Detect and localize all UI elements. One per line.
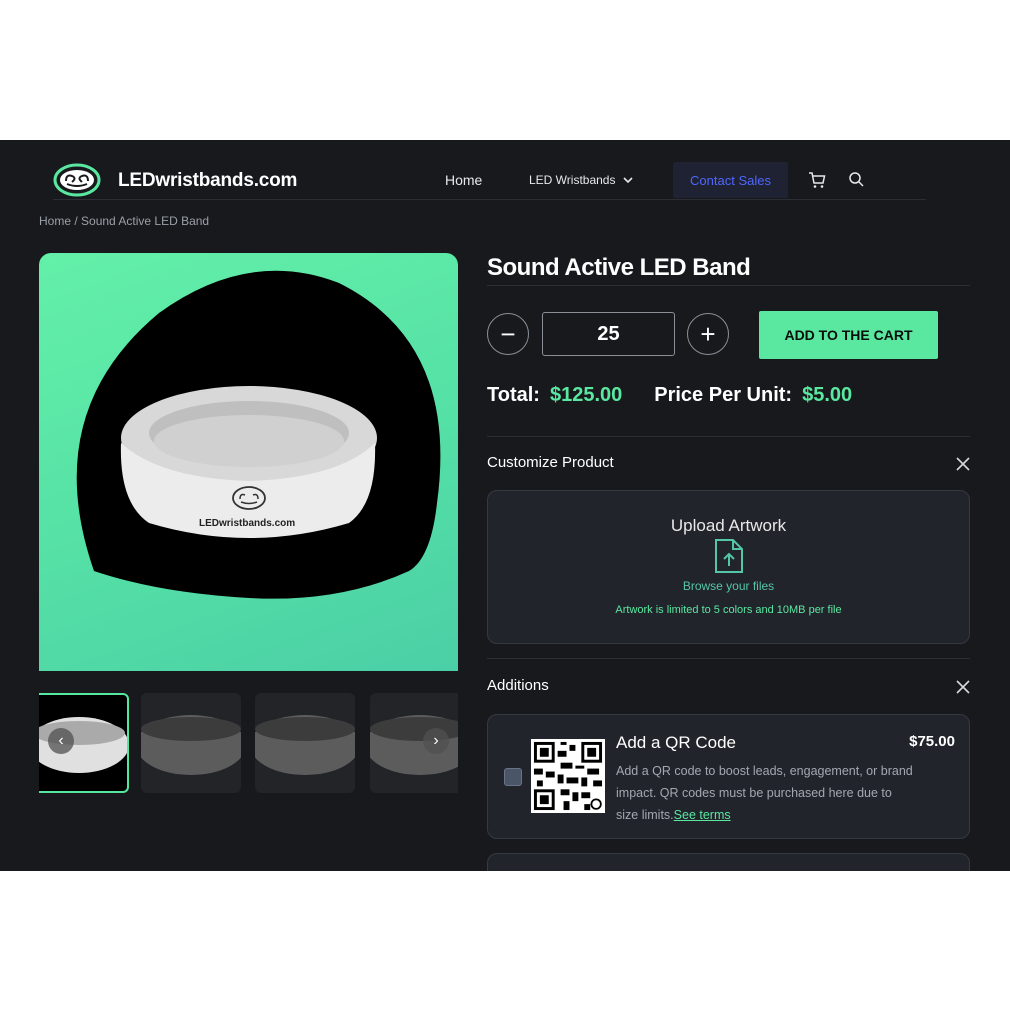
brand-logo-icon[interactable]: [53, 162, 101, 198]
unit-price-label: Price Per Unit:: [654, 384, 793, 406]
brand-name[interactable]: LEDwristbands.com: [118, 170, 297, 192]
divider: [487, 436, 970, 437]
product-main-image[interactable]: LEDwristbands.com: [39, 253, 458, 671]
close-icon[interactable]: [955, 679, 971, 695]
contact-sales-button[interactable]: Contact Sales: [673, 162, 788, 198]
browse-files-link[interactable]: Browse your files: [488, 579, 969, 593]
addon-qr-description: Add a QR code to boost leads, engagement…: [616, 760, 916, 826]
chevron-down-icon: [623, 176, 634, 183]
thumbnail-3-image: [255, 715, 355, 775]
upload-artwork-dropzone[interactable]: Upload Artwork Browse your files Artwork…: [487, 490, 970, 644]
search-icon[interactable]: [848, 171, 865, 188]
decrement-button[interactable]: −: [487, 313, 529, 355]
add-to-cart-button[interactable]: ADD TO THE CART: [759, 311, 938, 359]
gallery-next-button[interactable]: ›: [423, 728, 449, 754]
increment-button[interactable]: +: [687, 313, 729, 355]
total-label: Total:: [487, 384, 540, 406]
thumbnail-strip: ‹ ›: [39, 690, 458, 797]
see-terms-link[interactable]: See terms: [674, 808, 731, 822]
addon-card-next: [487, 853, 970, 871]
quantity-input[interactable]: 25: [542, 312, 675, 356]
customize-section-title[interactable]: Customize Product: [487, 454, 614, 471]
product-title: Sound Active LED Band: [487, 254, 751, 281]
unit-price-value: $5.00: [802, 384, 853, 406]
breadcrumb[interactable]: Home / Sound Active LED Band: [39, 214, 209, 228]
addon-qr-checkbox[interactable]: [504, 768, 522, 786]
nav-led-wristbands-label: LED Wristbands: [529, 173, 616, 187]
divider: [487, 658, 970, 659]
addon-qr-card: Add a QR Code $75.00 Add a QR code to bo…: [487, 714, 970, 839]
addon-qr-title: Add a QR Code: [616, 733, 737, 752]
app-window: LEDwristbands.com Home LED Wristbands Co…: [0, 140, 1010, 871]
thumbnail-2-image: [141, 715, 241, 775]
total-value: $125.00: [549, 384, 623, 406]
addon-qr-description-text: Add a QR code to boost leads, engagement…: [616, 764, 913, 822]
thumbnail-3[interactable]: [255, 693, 355, 793]
close-icon[interactable]: [955, 456, 971, 472]
artwork-limit-note: Artwork is limited to 5 colors and 10MB …: [615, 604, 842, 616]
cart-icon[interactable]: [808, 171, 826, 189]
wristband-image: [76, 270, 441, 599]
additions-section-title[interactable]: Additions: [487, 677, 549, 694]
file-upload-icon: [715, 539, 743, 573]
qr-code-icon: [531, 739, 605, 813]
nav-led-wristbands[interactable]: LED Wristbands: [529, 173, 634, 187]
addon-qr-price: $75.00: [909, 733, 955, 750]
nav-home[interactable]: Home: [445, 172, 482, 188]
gallery-prev-button[interactable]: ‹: [48, 728, 74, 754]
thumbnail-2[interactable]: [141, 693, 241, 793]
upload-title: Upload Artwork: [670, 516, 787, 535]
header-divider: [53, 199, 926, 200]
wristband-image-label: LEDwristbands.com: [199, 518, 296, 529]
price-row: Total: $125.00 Price Per Unit: $5.00: [487, 384, 852, 407]
title-divider: [487, 285, 970, 286]
